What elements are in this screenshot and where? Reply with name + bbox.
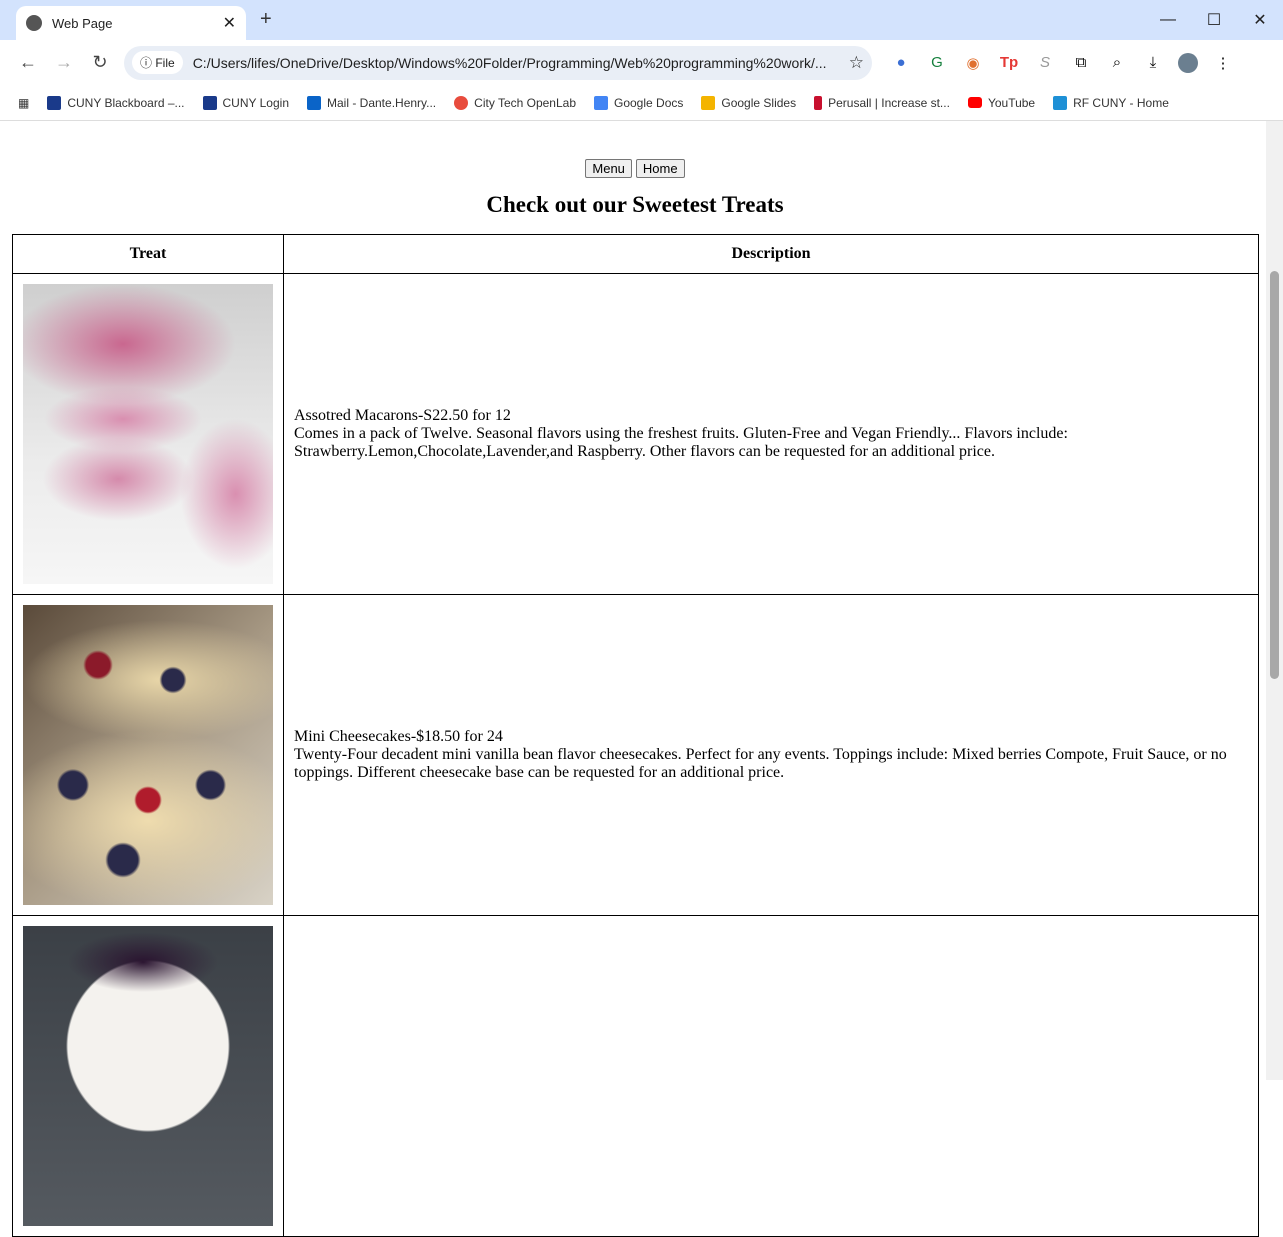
bookmark-label: Google Docs: [614, 95, 684, 110]
extensions-puzzle-icon[interactable]: ⧉: [1070, 54, 1092, 71]
table-row: Mini Cheesecakes-$18.50 for 24 Twenty-Fou…: [12, 594, 1259, 916]
more-menu-icon[interactable]: ⋮: [1212, 54, 1234, 72]
bookmark-item[interactable]: Mail - Dante.Henry...: [307, 95, 437, 110]
url-text[interactable]: C:/Users/lifes/OneDrive/Desktop/Windows%…: [193, 55, 841, 71]
tab-title: Web Page: [52, 15, 113, 31]
table-header-row: Treat Description: [12, 234, 1259, 274]
forward-button[interactable]: →: [46, 52, 82, 73]
menu-button[interactable]: Menu: [585, 159, 632, 178]
treats-table: Treat Description Assotred Macarons-S22.…: [12, 234, 1259, 1237]
tab-bar: Web Page ✕ + — ☐ ✕: [0, 0, 1283, 40]
macarons-image: [23, 284, 273, 584]
treat-description: Comes in a pack of Twelve. Seasonal flav…: [294, 425, 1068, 460]
google-slides-icon: [701, 95, 716, 110]
treat-name: Mini Cheesecakes-$18.50 for 24: [294, 728, 503, 745]
bookmark-label: Mail - Dante.Henry...: [327, 95, 437, 110]
bookmark-label: CUNY Blackboard –...: [67, 95, 185, 110]
back-button[interactable]: ←: [10, 52, 46, 73]
outlook-icon: [307, 95, 321, 110]
bookmark-item[interactable]: Google Slides: [701, 95, 797, 110]
minimize-button[interactable]: —: [1145, 0, 1191, 40]
toolbar: ← → ↻ ⓘ File C:/Users/lifes/OneDrive/Des…: [0, 40, 1283, 85]
bookmark-label: Google Slides: [721, 95, 797, 110]
bookmark-item[interactable]: CUNY Login: [202, 95, 289, 110]
tab-search-icon[interactable]: ⌕: [1106, 54, 1128, 71]
bookmark-item[interactable]: Google Docs: [594, 95, 684, 110]
bookmark-item[interactable]: Perusall | Increase st...: [814, 95, 950, 110]
vertical-scrollbar[interactable]: [1266, 121, 1283, 1080]
bookmark-item[interactable]: YouTube: [967, 95, 1036, 110]
maximize-button[interactable]: ☐: [1191, 0, 1237, 40]
bookmark-label: RF CUNY - Home: [1073, 95, 1169, 110]
bookmark-icon: [202, 95, 217, 110]
file-label: File: [155, 56, 175, 70]
close-tab-icon[interactable]: ✕: [223, 13, 236, 33]
perusall-icon: [814, 95, 823, 110]
reload-button[interactable]: ↻: [82, 52, 118, 73]
treat-name: Assotred Macarons-S22.50 for 12: [294, 407, 511, 424]
bookmark-label: YouTube: [987, 95, 1036, 110]
scrollbar-thumb[interactable]: [1270, 271, 1279, 679]
cheesecakes-image: [23, 605, 273, 905]
grammarly-icon[interactable]: G: [926, 54, 948, 71]
extension-tp-icon[interactable]: Tp: [998, 54, 1020, 71]
table-row: Assotred Macarons-S22.50 for 12 Comes in …: [12, 273, 1259, 595]
table-row: [12, 915, 1259, 1237]
apps-grid-icon[interactable]: ▦: [18, 96, 29, 110]
rf-cuny-icon: [1053, 95, 1068, 110]
globe-icon: [26, 15, 42, 31]
panna-cotta-image: [23, 926, 273, 1226]
bookmark-item[interactable]: CUNY Blackboard –...: [47, 95, 185, 110]
bookmark-label: CUNY Login: [222, 95, 289, 110]
bookmark-label: Perusall | Increase st...: [828, 95, 950, 110]
address-bar[interactable]: ⓘ File C:/Users/lifes/OneDrive/Desktop/W…: [124, 45, 872, 80]
bookmark-item[interactable]: City Tech OpenLab: [454, 95, 576, 110]
bookmark-star-icon[interactable]: ☆: [849, 53, 864, 73]
avatar[interactable]: [1178, 52, 1198, 73]
youtube-icon: [967, 97, 982, 108]
bookmark-icon: [47, 95, 62, 110]
tab-web-page[interactable]: Web Page ✕: [16, 6, 246, 40]
column-header: Description: [283, 234, 1259, 274]
extension-icon[interactable]: ●: [890, 54, 912, 71]
home-button[interactable]: Home: [635, 159, 685, 178]
web-page-content: Menu Home Check out our Sweetest Treats …: [4, 121, 1266, 1237]
extension-icon[interactable]: ◉: [962, 54, 984, 72]
treat-description: Twenty-Four decadent mini vanilla bean f…: [294, 746, 1227, 781]
page-title: Check out our Sweetest Treats: [486, 192, 784, 217]
site-info-chip[interactable]: ⓘ File: [132, 51, 183, 74]
new-tab-button[interactable]: +: [260, 8, 272, 31]
column-header: Treat: [12, 234, 284, 274]
extension-s-icon[interactable]: S: [1034, 54, 1056, 71]
bookmarks-bar: ▦ CUNY Blackboard –... CUNY Login Mail -…: [0, 85, 1283, 121]
openlab-icon: [454, 95, 469, 110]
close-window-button[interactable]: ✕: [1237, 0, 1283, 40]
bookmark-label: City Tech OpenLab: [474, 95, 576, 110]
google-docs-icon: [594, 95, 608, 110]
download-icon[interactable]: ⤓: [1142, 54, 1164, 71]
bookmark-item[interactable]: RF CUNY - Home: [1053, 95, 1169, 110]
